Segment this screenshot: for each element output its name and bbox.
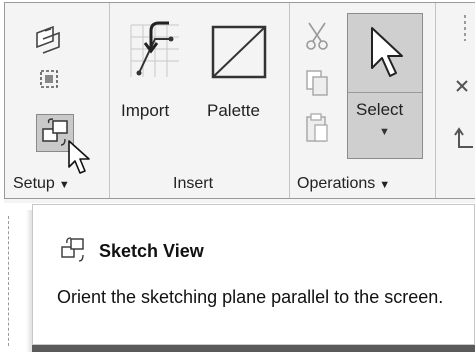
chevron-down-icon: ▼: [379, 126, 390, 138]
tooltip-popup: Sketch View Orient the sketching plane p…: [32, 204, 475, 345]
sketch-plane-button[interactable]: [31, 21, 67, 55]
setup-group-label[interactable]: Setup ▼: [13, 175, 70, 193]
chevron-down-icon: ▼: [379, 179, 391, 191]
cut-button: [301, 19, 337, 53]
sketch-plane-icon: [36, 25, 60, 54]
tooltip-description: Orient the sketching plane parallel to t…: [57, 287, 444, 307]
scissors-icon: [306, 22, 328, 50]
select-arrow-icon: [371, 27, 403, 77]
group-divider: [435, 3, 436, 199]
mouse-cursor-icon: [68, 140, 90, 174]
slice-graphics-button[interactable]: [31, 63, 67, 97]
extra-tools-icon: [454, 15, 473, 148]
palette-button[interactable]: Palette: [199, 9, 279, 129]
setup-label-text: Setup: [13, 175, 55, 192]
palette-label: Palette: [207, 101, 260, 120]
select-label: Select: [356, 100, 404, 119]
slice-graphics-icon: [40, 70, 58, 88]
chevron-down-icon: ▼: [58, 179, 70, 191]
select-divider: [348, 92, 422, 93]
select-button[interactable]: Select ▼: [347, 13, 423, 159]
import-label: Import: [121, 101, 170, 120]
operations-group-label[interactable]: Operations ▼: [297, 175, 390, 193]
paste-button: [301, 111, 337, 145]
tooltip-shadow: [32, 345, 475, 352]
insert-group-label: Insert: [173, 175, 214, 192]
tooltip-title: Sketch View: [99, 241, 204, 261]
group-divider: [289, 3, 290, 199]
paste-icon: [306, 113, 328, 142]
copy-icon: [306, 70, 328, 96]
background-dashed-line: [8, 216, 10, 346]
group-divider: [109, 3, 110, 199]
import-icon: [130, 21, 179, 77]
import-button[interactable]: Import: [117, 9, 191, 129]
ribbon-panel: Setup ▼ Import Palette Insert Select ▼ O…: [4, 2, 475, 199]
ribbon-bottom-edge: [4, 198, 475, 203]
palette-icon: [211, 25, 267, 79]
operations-label-text: Operations: [297, 175, 376, 192]
copy-button: [301, 67, 337, 101]
sketch-view-icon: [61, 237, 84, 262]
